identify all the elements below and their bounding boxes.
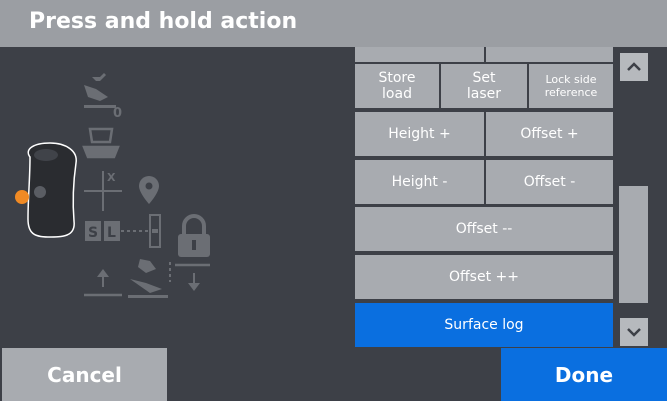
- side-selector-icon: S L: [85, 214, 161, 248]
- page-title: Press and hold action: [29, 9, 298, 34]
- cancel-button[interactable]: Cancel: [2, 348, 167, 401]
- arrow-down-icon: [175, 263, 210, 291]
- offset-minus-button[interactable]: Offset -: [486, 160, 613, 204]
- height-plus-button[interactable]: Height +: [355, 112, 484, 156]
- set-laser-button[interactable]: Set laser: [441, 64, 527, 108]
- joystick-handle-icon: [15, 142, 77, 238]
- store-load-button[interactable]: Store load: [355, 64, 439, 108]
- svg-text:S: S: [88, 225, 98, 241]
- offset-plus-plus-label: Offset ++: [449, 269, 519, 285]
- lock-icon: [178, 214, 210, 257]
- title-bar: Press and hold action: [0, 0, 667, 47]
- cancel-label: Cancel: [47, 362, 122, 387]
- arrow-up-icon: [84, 269, 122, 297]
- svg-text:0: 0: [113, 106, 122, 121]
- height-plus-label: Height +: [388, 126, 451, 142]
- hidden-row-button-left[interactable]: [355, 47, 484, 62]
- trench-icon: [82, 127, 120, 159]
- offset-plus-label: Offset +: [520, 126, 579, 142]
- offset-minus-minus-label: Offset --: [455, 221, 513, 237]
- lock-side-reference-label: Lock side reference: [544, 73, 598, 99]
- store-load-label: Store load: [378, 70, 416, 102]
- bucket-zero-icon: 0: [84, 73, 122, 121]
- scroll-down-button[interactable]: [620, 318, 648, 346]
- done-button[interactable]: Done: [501, 348, 667, 401]
- svg-text:X: X: [107, 171, 116, 184]
- height-minus-button[interactable]: Height -: [355, 160, 484, 204]
- location-pin-icon: [139, 176, 159, 204]
- crosshair-icon: X: [84, 171, 122, 211]
- hidden-row-button-right[interactable]: [486, 47, 613, 62]
- chevron-down-icon: [627, 328, 641, 337]
- offset-plus-plus-button[interactable]: Offset ++: [355, 255, 613, 299]
- scrollbar-thumb[interactable]: [619, 186, 648, 303]
- lock-side-reference-button[interactable]: Lock side reference: [529, 64, 613, 108]
- height-minus-label: Height -: [391, 174, 448, 190]
- handle-side-button-indicator: [15, 190, 29, 204]
- scroll-up-button[interactable]: [620, 53, 648, 81]
- joystick-illustration: 0 X S L: [0, 47, 350, 347]
- svg-text:L: L: [107, 225, 116, 241]
- chevron-up-icon: [627, 62, 641, 71]
- done-label: Done: [554, 362, 614, 387]
- offset-plus-button[interactable]: Offset +: [486, 112, 613, 156]
- surface-log-label: Surface log: [444, 317, 524, 333]
- offset-minus-minus-button[interactable]: Offset --: [355, 207, 613, 251]
- set-laser-label: Set laser: [466, 70, 502, 102]
- bucket-surface-icon: [128, 259, 171, 298]
- offset-minus-label: Offset -: [523, 174, 576, 190]
- surface-log-button[interactable]: Surface log: [355, 303, 613, 347]
